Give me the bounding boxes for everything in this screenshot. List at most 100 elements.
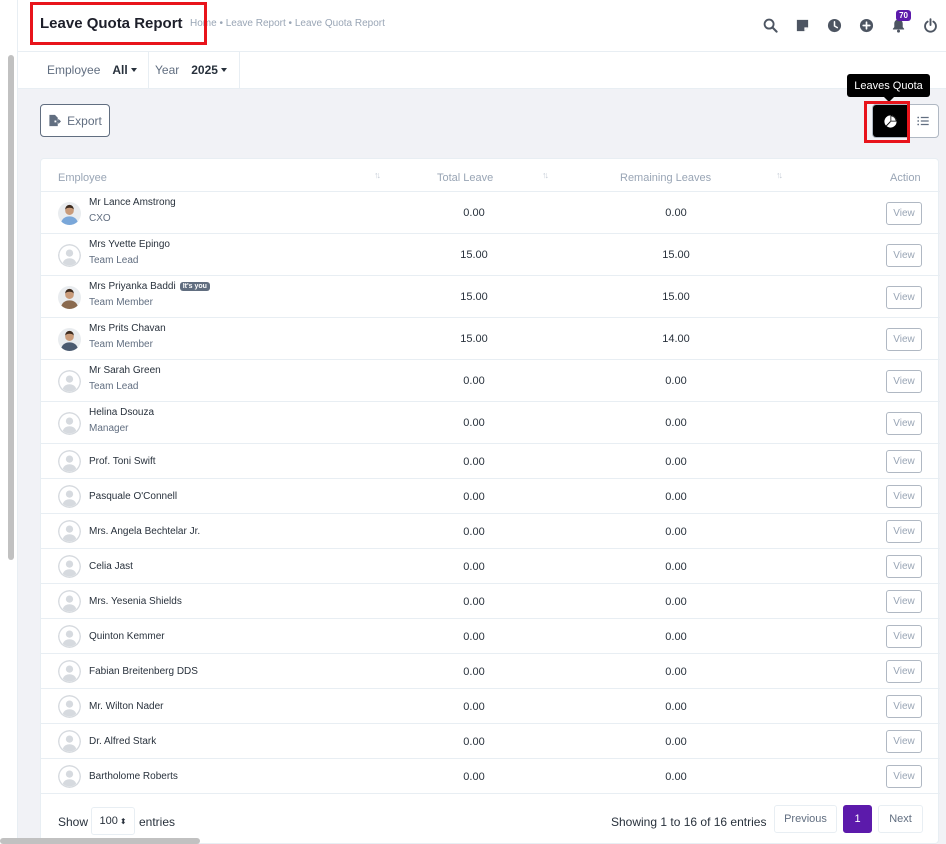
column-action: Action — [890, 172, 921, 184]
export-icon — [49, 114, 62, 127]
table-row: Celia Jast 0.00 0.00 View — [41, 549, 940, 584]
avatar — [58, 660, 81, 683]
employee-name[interactable]: Bartholome Roberts — [89, 771, 178, 782]
page-1-button[interactable]: 1 — [843, 805, 872, 833]
employee-filter[interactable]: Employee All — [47, 52, 137, 88]
column-remaining-leaves[interactable]: Remaining Leaves — [620, 172, 711, 184]
filter-divider — [148, 52, 149, 88]
view-button[interactable]: View — [886, 201, 922, 225]
employee-name[interactable]: Mr. Wilton Nader — [89, 701, 163, 712]
employee-role: Team Member — [89, 297, 153, 308]
sort-icon[interactable]: ↑↓ — [776, 170, 783, 180]
view-button[interactable]: View — [886, 520, 922, 543]
employee-name[interactable]: Celia Jast — [89, 561, 133, 572]
power-icon[interactable] — [914, 14, 946, 36]
view-button[interactable]: View — [886, 243, 922, 267]
year-filter-value[interactable]: 2025 — [191, 63, 218, 77]
view-button[interactable]: View — [886, 660, 922, 683]
employee-name[interactable]: Quinton Kemmer — [89, 631, 165, 642]
view-button[interactable]: View — [886, 327, 922, 351]
view-button[interactable]: View — [886, 695, 922, 718]
column-employee[interactable]: Employee — [58, 172, 107, 184]
total-leave-value: 15.00 — [460, 333, 488, 345]
year-filter[interactable]: Year 2025 — [155, 52, 227, 88]
remaining-leaves-value: 0.00 — [665, 525, 687, 538]
employee-role: Team Lead — [89, 381, 139, 392]
employee-name[interactable]: Mr Lance Amstrong — [89, 197, 176, 208]
avatar — [58, 555, 81, 578]
page-size-select[interactable]: 100 ⬍ — [91, 807, 135, 835]
next-page-button[interactable]: Next — [878, 805, 923, 833]
remaining-leaves-value: 0.00 — [665, 417, 687, 429]
table-row: Quinton Kemmer 0.00 0.00 View — [41, 619, 940, 654]
view-button[interactable]: View — [886, 765, 922, 788]
view-button[interactable]: View — [886, 369, 922, 393]
avatar — [58, 327, 81, 351]
employee-name-text: Fabian Breitenberg DDS — [89, 665, 198, 677]
employee-name[interactable]: Mrs Prits Chavan — [89, 323, 166, 334]
sort-icon[interactable]: ↑↓ — [374, 170, 381, 180]
table-row: Pasquale O'Connell 0.00 0.00 View — [41, 479, 940, 514]
column-total-leave[interactable]: Total Leave — [437, 172, 493, 184]
total-leave-value: 15.00 — [460, 291, 488, 303]
left-scrollbar[interactable] — [8, 55, 14, 560]
employee-name-text: Celia Jast — [89, 560, 133, 572]
view-button[interactable]: View — [886, 590, 922, 613]
employee-name-text: Mrs Prits Chavan — [89, 323, 166, 334]
view-button[interactable]: View — [886, 730, 922, 753]
view-button[interactable]: View — [886, 450, 922, 473]
view-button[interactable]: View — [886, 411, 922, 435]
employee-name[interactable]: Mrs. Yesenia Shields — [89, 596, 182, 607]
remaining-leaves-value: 0.00 — [665, 560, 687, 573]
export-button[interactable]: Export — [40, 104, 110, 137]
chevron-down-icon — [130, 68, 137, 72]
avatar — [58, 485, 81, 508]
employee-name[interactable]: Prof. Toni Swift — [89, 456, 156, 467]
employee-name-text: Bartholome Roberts — [89, 770, 178, 782]
table-row: Bartholome Roberts 0.00 0.00 View — [41, 759, 940, 794]
show-label: Show — [58, 815, 89, 829]
remaining-leaves-value: 0.00 — [665, 735, 687, 748]
employee-name-text: Mrs. Angela Bechtelar Jr. — [89, 525, 201, 537]
avatar — [58, 285, 81, 309]
total-leave-value: 0.00 — [463, 417, 485, 429]
employee-name[interactable]: Mrs Yvette Epingo — [89, 239, 170, 250]
employee-name[interactable]: Mr Sarah Green — [89, 365, 161, 376]
total-leave-value: 0.00 — [463, 455, 485, 468]
avatar — [58, 450, 81, 473]
chart-button-highlight-box — [864, 101, 910, 143]
employee-name[interactable]: Pasquale O'Connell — [89, 491, 177, 502]
employee-name[interactable]: Dr. Alfred Stark — [89, 736, 156, 747]
sticky-note-icon[interactable] — [786, 14, 818, 36]
list-view-button[interactable] — [907, 105, 939, 137]
avatar — [58, 625, 81, 648]
table-row: Mrs. Yesenia Shields 0.00 0.00 View — [41, 584, 940, 619]
employee-role: Team Lead — [89, 255, 139, 266]
table-row: Mrs Priyanka Baddi It's you Team Member 15.… — [41, 276, 940, 318]
search-icon[interactable] — [754, 14, 786, 36]
view-button[interactable]: View — [886, 485, 922, 508]
clock-icon[interactable] — [818, 14, 850, 36]
table-footer: Show 100 ⬍ entries Showing 1 to 16 of 16 … — [41, 795, 940, 844]
plus-circle-icon[interactable] — [850, 14, 882, 36]
employee-name[interactable]: Helina Dsouza — [89, 407, 154, 418]
view-button[interactable]: View — [886, 285, 922, 309]
employee-filter-value[interactable]: All — [112, 63, 127, 77]
sort-icon[interactable]: ↑↓ — [542, 170, 549, 180]
breadcrumb: Home • Leave Report • Leave Quota Report — [190, 18, 385, 29]
view-button[interactable]: View — [886, 625, 922, 648]
remaining-leaves-value: 0.00 — [665, 375, 687, 387]
its-you-badge: It's you — [179, 282, 210, 291]
previous-page-button[interactable]: Previous — [774, 805, 837, 833]
employee-name[interactable]: Fabian Breitenberg DDS — [89, 666, 198, 677]
bell-icon[interactable]: 70 — [882, 10, 914, 36]
employee-name[interactable]: Mrs. Angela Bechtelar Jr. — [89, 526, 200, 537]
total-leave-value: 0.00 — [463, 700, 485, 713]
remaining-leaves-value: 0.00 — [665, 665, 687, 678]
remaining-leaves-value: 15.00 — [662, 291, 690, 303]
employee-name[interactable]: Mrs Priyanka Baddi It's you — [89, 281, 210, 292]
avatar — [58, 765, 81, 788]
remaining-leaves-value: 14.00 — [662, 333, 690, 345]
view-button[interactable]: View — [886, 555, 922, 578]
bottom-scrollbar[interactable] — [0, 838, 200, 844]
